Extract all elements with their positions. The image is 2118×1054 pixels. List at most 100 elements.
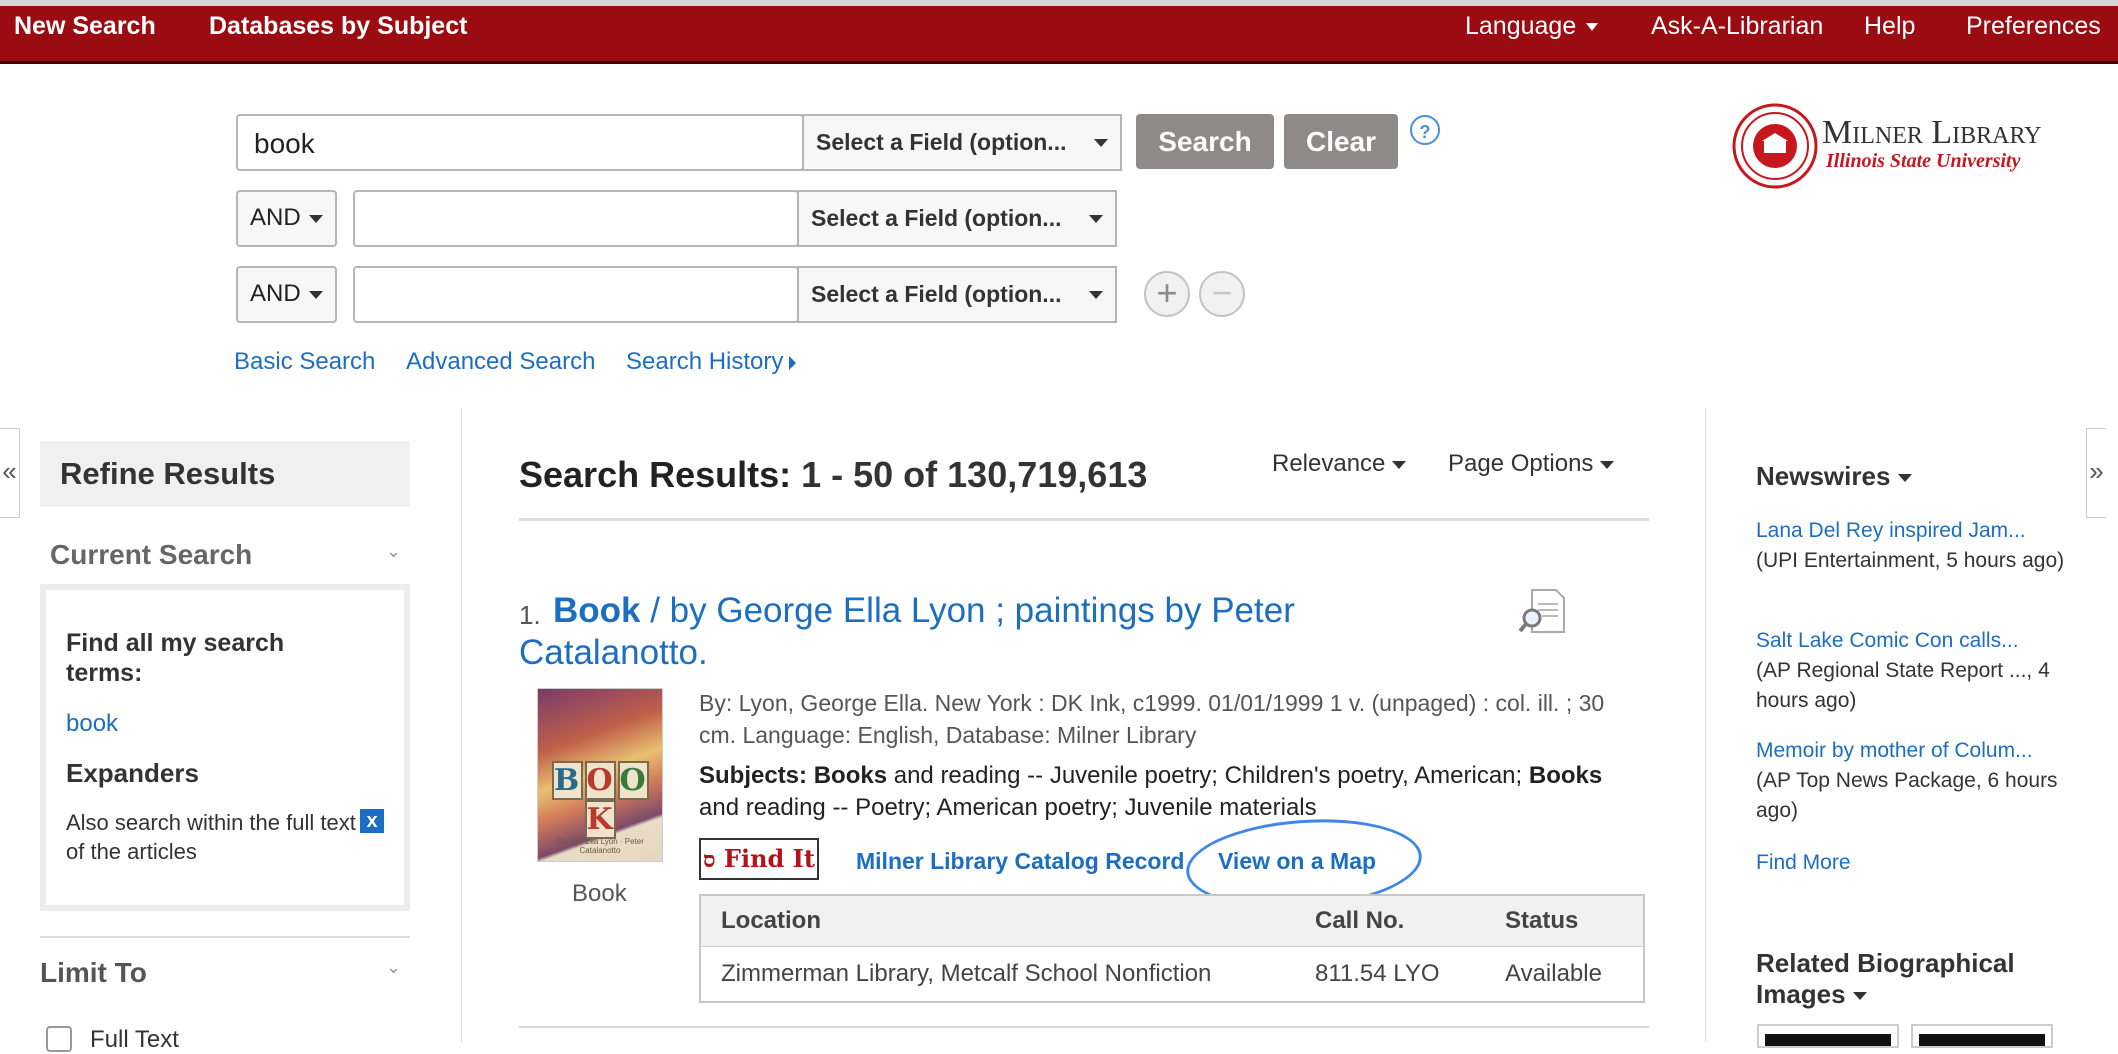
book-cover-image[interactable]: B O OK George Ella Lyon · Peter Catalanott… [537, 688, 663, 862]
nav-preferences[interactable]: Preferences [1966, 6, 2101, 61]
nav-databases-by-subject[interactable]: Databases by Subject [209, 6, 467, 61]
biographical-image[interactable] [1911, 1024, 2053, 1048]
field-select-1[interactable]: Select a Field (option... [802, 114, 1122, 171]
subject-term: Books [1528, 762, 1603, 789]
column-header-location: Location [700, 895, 1295, 947]
results-label: Search Results: [519, 454, 792, 495]
preview-icon[interactable] [1518, 588, 1566, 634]
add-row-icon[interactable]: + [1144, 271, 1190, 317]
right-column-divider [1705, 408, 1706, 1042]
holdings-table: Location Call No. Status Zimmerman Libra… [699, 894, 1645, 1003]
full-text-checkbox[interactable] [46, 1026, 72, 1052]
result-metadata: By: Lyon, George Ella. New York : DK Ink… [699, 690, 1605, 748]
page-options-dropdown[interactable]: Page Options [1448, 450, 1615, 478]
biographical-image[interactable] [1757, 1024, 1899, 1048]
basic-search-link[interactable]: Basic Search [234, 348, 375, 376]
boolean-select-1-label: AND [250, 204, 301, 231]
limit-to-heading[interactable]: Limit To [40, 957, 147, 989]
chevron-down-icon [308, 214, 323, 223]
chevron-down-icon[interactable]: ⌄ [386, 541, 401, 562]
boolean-select-1[interactable]: AND [236, 190, 337, 247]
news-title-link[interactable]: Salt Lake Comic Con calls... [1756, 626, 2086, 656]
image-placeholder [1765, 1034, 1891, 1046]
chevron-down-icon [1897, 474, 1912, 483]
sort-dropdown[interactable]: Relevance [1272, 450, 1407, 478]
subjects-label: Subjects: [699, 762, 808, 789]
news-item: Memoir by mother of Colum... (AP Top New… [1756, 736, 2086, 826]
catalog-record-link[interactable]: Milner Library Catalog Record [856, 848, 1184, 875]
find-more-link[interactable]: Find More [1756, 851, 1851, 875]
boolean-select-2[interactable]: AND [236, 266, 337, 323]
field-select-2[interactable]: Select a Field (option... [797, 190, 1117, 247]
news-source: (UPI Entertainment, 5 hours ago) [1756, 549, 2065, 572]
result-type-label: Book [572, 880, 627, 907]
nav-help[interactable]: Help [1864, 6, 1915, 61]
table-row: Zimmerman Library, Metcalf School Nonfic… [700, 947, 1644, 1003]
remove-row-icon[interactable]: − [1199, 271, 1245, 317]
holdings-header-row: Location Call No. Status [700, 895, 1644, 947]
refine-results-heading: Refine Results [40, 441, 410, 507]
left-column-divider [461, 408, 462, 1042]
search-input-2-box [353, 190, 799, 247]
find-it-button[interactable]: ס Find It [699, 838, 819, 880]
related-images-heading[interactable]: Related Biographical Images [1756, 948, 2046, 1010]
newswires-heading[interactable]: Newswires [1756, 461, 1912, 492]
result-title-link[interactable]: Book / by George Ella Lyon ; paintings b… [519, 590, 1419, 674]
logo-subtitle: Illinois State University [1826, 150, 2021, 172]
holding-call-no: 811.54 LYO [1315, 960, 1440, 987]
field-select-1-label: Select a Field (option... [816, 129, 1067, 155]
news-source: (AP Regional State Report ..., 4 hours a… [1756, 659, 2050, 712]
result-title-bold: Book [553, 591, 641, 630]
expanders-heading: Expanders [66, 758, 199, 788]
chevron-down-icon [1089, 291, 1103, 299]
collapse-left-icon[interactable]: « [0, 428, 20, 518]
search-input-3[interactable] [369, 268, 795, 323]
column-header-call-no: Call No. [1295, 895, 1485, 947]
field-select-3[interactable]: Select a Field (option... [797, 266, 1117, 323]
chevron-down-icon [1094, 139, 1108, 147]
news-title-link[interactable]: Lana Del Rey inspired Jam... [1756, 516, 2086, 546]
news-item: Salt Lake Comic Con calls... (AP Regiona… [1756, 626, 2086, 716]
expander-full-text: Also search within the full text of the … [66, 810, 356, 864]
search-history-label: Search History [626, 348, 784, 375]
search-input-2[interactable] [369, 192, 795, 247]
advanced-search-link[interactable]: Advanced Search [406, 348, 595, 376]
sort-label: Relevance [1272, 450, 1386, 477]
search-input[interactable] [252, 116, 800, 171]
remove-expander-icon[interactable]: x [360, 809, 384, 833]
chevron-down-icon [1586, 23, 1599, 32]
cover-letter: B [551, 761, 583, 800]
news-title-link[interactable]: Memoir by mother of Colum... [1756, 736, 2086, 766]
search-button[interactable]: Search [1136, 114, 1274, 169]
field-select-2-label: Select a Field (option... [811, 205, 1062, 231]
language-label: Language [1465, 12, 1577, 40]
help-icon[interactable]: ? [1410, 115, 1440, 145]
search-input-3-box [353, 266, 799, 323]
results-range: 1 - 50 of 130,719,613 [801, 454, 1148, 495]
current-search-heading[interactable]: Current Search [50, 539, 252, 571]
result-divider [519, 1026, 1649, 1028]
university-seal-icon [1732, 103, 1818, 189]
find-it-logo-icon: ס [703, 847, 716, 873]
column-header-status: Status [1485, 895, 1644, 947]
caret-right-icon [789, 355, 797, 370]
search-history-link[interactable]: Search History [626, 348, 797, 376]
news-item: Lana Del Rey inspired Jam... (UPI Entert… [1756, 516, 2086, 576]
logo-title: Milner Library [1822, 114, 2042, 151]
holding-location: Zimmerman Library, Metcalf School Nonfic… [721, 960, 1212, 987]
chevron-down-icon [1089, 215, 1103, 223]
clear-button[interactable]: Clear [1284, 114, 1398, 169]
chevron-down-icon [1852, 992, 1867, 1001]
search-term-link[interactable]: book [66, 710, 118, 738]
chevron-down-icon [1600, 460, 1615, 469]
result-subjects: Subjects: Books and reading -- Juvenile … [699, 760, 1629, 824]
nav-language[interactable]: Language [1465, 6, 1599, 61]
chevron-down-icon[interactable]: ⌄ [386, 957, 401, 978]
subject-term: Books [813, 762, 888, 789]
subject-text: and reading -- Poetry; American poetry; … [699, 794, 1317, 821]
nav-ask-a-librarian[interactable]: Ask-A-Librarian [1651, 6, 1823, 61]
cover-letter: O [584, 761, 616, 800]
nav-new-search[interactable]: New Search [14, 6, 156, 61]
news-source: (AP Top News Package, 6 hours ago) [1756, 769, 2058, 822]
expand-right-icon[interactable]: » [2086, 428, 2106, 518]
